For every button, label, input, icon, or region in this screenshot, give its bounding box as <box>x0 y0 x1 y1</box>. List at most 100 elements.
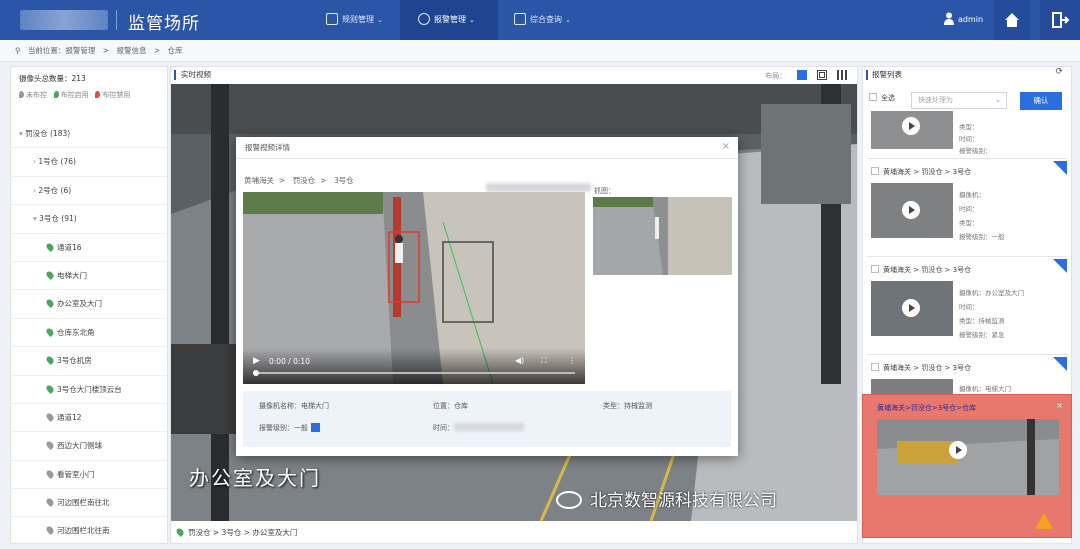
home-icon <box>1005 13 1019 27</box>
close-icon[interactable]: × <box>1056 401 1063 410</box>
redacted-text <box>454 423 524 431</box>
tree-node[interactable]: ▾ 罚没仓 (183) <box>11 120 167 149</box>
player-time: 0:00 / 0:10 <box>269 357 310 366</box>
alarm-snapshot[interactable] <box>593 197 732 275</box>
tree-node[interactable]: 3号仓机房 <box>11 347 167 376</box>
play-icon[interactable] <box>949 441 967 459</box>
tree-node[interactable]: 河边围栏北往南 <box>11 517 167 546</box>
alarm-card[interactable]: 黄埔海关 > 罚没仓 > 3号仓 摄像机： 时间： 类型： 报警级别：一般 <box>867 161 1067 257</box>
quick-process-select[interactable]: 快速处理为 ⌄ <box>911 92 1007 109</box>
legend-item: 布控禁用 <box>102 91 131 99</box>
camera-pin-icon <box>45 468 55 479</box>
camera-pin-icon <box>45 298 55 309</box>
app-title: 监管场所 <box>128 14 200 34</box>
nav-rules[interactable]: 规则管理 ⌄ <box>324 0 400 40</box>
alarm-thumbnail[interactable] <box>871 281 953 336</box>
card-title-text: 黄埔海关 > 罚没仓 > 3号仓 <box>883 168 972 176</box>
user-menu[interactable]: admin <box>944 12 983 25</box>
redacted-text <box>486 183 591 192</box>
card-field: 报警级别：紧急 <box>959 331 1005 339</box>
home-button[interactable] <box>994 0 1030 40</box>
tree-node-label: 2号仓 (6) <box>38 185 72 195</box>
card-title-text: 黄埔海关 > 罚没仓 > 3号仓 <box>883 364 972 372</box>
play-icon[interactable] <box>902 201 920 219</box>
play-icon[interactable]: ▶ <box>253 356 260 366</box>
close-icon[interactable]: × <box>722 141 730 152</box>
camera-caption: 办公室及大门 <box>189 466 321 490</box>
breadcrumb-separator: > <box>279 176 286 185</box>
tree-node[interactable]: 仓库东北角 <box>11 319 167 348</box>
breadcrumb-item[interactable]: 报警信息 <box>116 46 146 55</box>
camera-pin-icon <box>45 383 55 394</box>
logout-button[interactable] <box>1040 0 1080 40</box>
checkbox[interactable] <box>871 363 879 371</box>
checkbox[interactable] <box>871 265 879 273</box>
confirm-button[interactable]: 确认 <box>1020 92 1062 110</box>
layout-1x1-icon[interactable] <box>796 70 807 80</box>
tree-node-label: 3号仓 (91) <box>39 214 77 224</box>
tree-node[interactable]: 办公室及大门 <box>11 290 167 319</box>
tree-node[interactable]: 通道12 <box>11 404 167 433</box>
card-title: 黄埔海关 > 罚没仓 > 3号仓 <box>871 265 971 275</box>
popup-scene <box>877 419 1059 495</box>
tree-node-label: 3号仓机房 <box>57 356 92 366</box>
fullscreen-icon[interactable]: ⛶ <box>541 356 547 366</box>
tree-node[interactable]: 西边大门侧球 <box>11 432 167 461</box>
tree-node-label: 西边大门侧球 <box>57 441 102 451</box>
tree-node[interactable]: 3号仓大门楼顶云台 <box>11 376 167 404</box>
legend-item: 布控启用 <box>60 91 89 99</box>
tree-node[interactable]: ▾ 3号仓 (91) <box>11 205 167 234</box>
alarm-card[interactable]: 黄埔海关 > 罚没仓 > 3号仓 摄像机：办公室及大门 时间： 类型：持械监测 … <box>867 259 1067 355</box>
tree-node-label: 办公室及大门 <box>57 299 102 309</box>
tree-node[interactable]: 看管室小门 <box>11 461 167 490</box>
checkbox[interactable] <box>869 93 877 101</box>
progress-bar[interactable] <box>255 372 575 374</box>
layout-2x2-icon[interactable] <box>816 70 827 80</box>
alarm-thumbnail[interactable] <box>871 111 953 149</box>
tree-node[interactable]: 电梯大门 <box>11 262 167 291</box>
tree-node-label: 1号仓 (76) <box>38 157 76 167</box>
card-title: 黄埔海关 > 罚没仓 > 3号仓 <box>871 167 971 177</box>
info-location: 位置：仓库 <box>433 402 468 410</box>
card-title: 黄埔海关 > 罚没仓 > 3号仓 <box>871 363 971 373</box>
camera-path-text: 罚没仓 > 3号仓 > 办公室及大门 <box>188 528 298 537</box>
tree-node[interactable]: › 1号仓 (76) <box>11 148 167 177</box>
play-icon[interactable] <box>902 117 920 135</box>
alarm-thumbnail[interactable] <box>871 183 953 238</box>
chevron-down-icon: ⌄ <box>565 16 571 24</box>
crumb-item: 罚没仓 <box>292 176 316 185</box>
progress-handle[interactable] <box>253 370 259 376</box>
select-all[interactable]: 全选 <box>869 93 895 103</box>
card-field: 时间： <box>959 303 979 311</box>
play-icon[interactable] <box>902 299 920 317</box>
more-options-icon[interactable]: ⋮ <box>568 356 576 365</box>
card-title-text: 黄埔海关 > 罚没仓 > 3号仓 <box>883 266 972 274</box>
card-field: 摄像机： <box>959 191 985 199</box>
refresh-icon[interactable]: ⟳ <box>1055 67 1063 77</box>
watermark-text: 北京数智源科技有限公司 <box>590 491 777 511</box>
checkbox[interactable] <box>871 167 879 175</box>
popup-thumbnail[interactable] <box>877 419 1059 495</box>
tree-node[interactable]: 河边围栏南往北 <box>11 489 167 518</box>
layout-3x3-icon[interactable] <box>837 70 847 80</box>
app-logo <box>20 10 108 30</box>
chevron-down-icon: ⌄ <box>377 16 383 24</box>
camera-tree: ▾ 罚没仓 (183) › 1号仓 (76) › 2号仓 (6) ▾ 3号仓 (91)… <box>11 120 167 546</box>
tree-node[interactable]: › 2号仓 (6) <box>11 177 167 206</box>
tree-node-label: 河边围栏北往南 <box>57 526 110 536</box>
camera-pin-icon <box>175 527 185 537</box>
tree-node-label: 通道16 <box>57 242 82 252</box>
legend-item: 未布控 <box>26 91 47 99</box>
card-field: 类型： <box>959 123 979 131</box>
camera-pin-icon <box>45 326 55 337</box>
select-all-label: 全选 <box>881 94 895 102</box>
alarm-popup[interactable]: 黄埔海关>罚没仓>3号仓>仓库 × <box>862 394 1072 538</box>
tree-node[interactable]: 通道16 <box>11 234 167 262</box>
volume-icon[interactable]: ◀) <box>515 356 524 365</box>
card-field: 时间： <box>959 205 979 213</box>
nav-query[interactable]: 综合查询 ⌄ <box>512 0 592 40</box>
alarm-video-player[interactable]: ▶ 0:00 / 0:10 ◀) ⛶ ⋮ <box>243 192 585 384</box>
tree-node-label: 河边围栏南往北 <box>57 498 110 508</box>
nav-alarms[interactable]: 报警管理 ⌄ <box>400 0 498 40</box>
alarm-card[interactable]: 类型： 时间： 报警级别： <box>867 111 1067 159</box>
